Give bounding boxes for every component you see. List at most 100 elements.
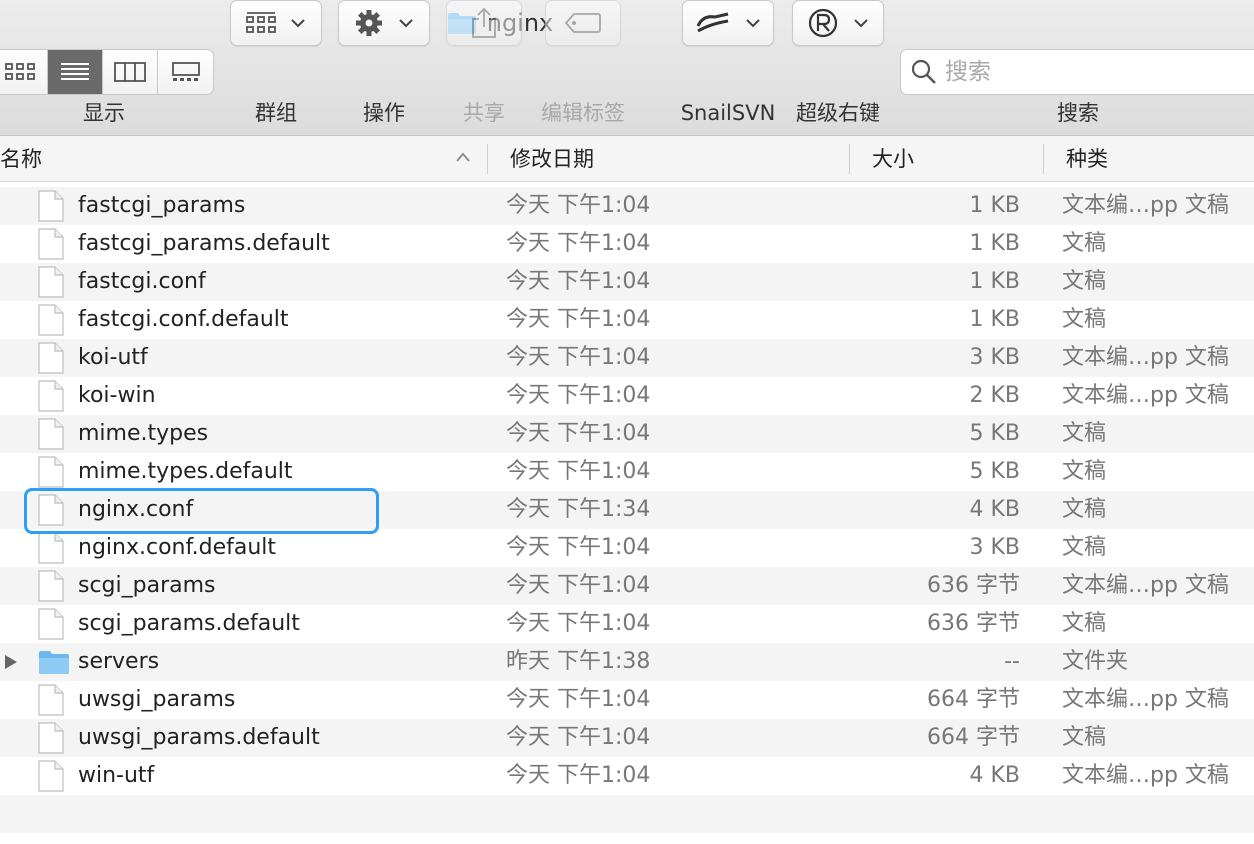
column-name-header[interactable]: 名称: [0, 136, 42, 182]
file-row[interactable]: uwsgi_params.default 今天 下午1:04 664 字节 文稿: [0, 719, 1254, 757]
file-row[interactable]: win-utf 今天 下午1:04 4 KB 文本编…pp 文稿: [0, 757, 1254, 795]
column-divider[interactable]: [1043, 144, 1044, 174]
disclosure-triangle-icon[interactable]: [4, 654, 18, 670]
document-icon: [38, 722, 64, 754]
file-icon-cell: [38, 228, 64, 260]
search-label: 搜索: [1057, 101, 1099, 125]
gallery-view-button[interactable]: [158, 50, 213, 94]
file-row[interactable]: mime.types 今天 下午1:04 5 KB 文稿: [0, 415, 1254, 453]
file-kind: 文稿: [1062, 269, 1107, 294]
file-size: 5 KB: [969, 459, 1020, 484]
file-row[interactable]: servers 昨天 下午1:38 -- 文件夹: [0, 643, 1254, 681]
file-date: 今天 下午1:04: [506, 611, 651, 636]
file-row[interactable]: koi-win 今天 下午1:04 2 KB 文本编…pp 文稿: [0, 377, 1254, 415]
file-date: 今天 下午1:04: [506, 687, 651, 712]
file-size: 4 KB: [969, 497, 1020, 522]
edit-tags-label: 编辑标签: [541, 101, 625, 125]
file-row[interactable]: fastcgi.conf.default 今天 下午1:04 1 KB 文稿: [0, 301, 1254, 339]
file-name[interactable]: mime.types: [78, 415, 208, 453]
file-name[interactable]: scgi_params: [78, 567, 216, 605]
snailsvn-label: SnailSVN: [680, 101, 776, 125]
column-kind-header[interactable]: 种类: [1066, 136, 1108, 182]
file-icon-cell: [38, 722, 64, 754]
icon-view-icon: [5, 63, 35, 80]
file-name[interactable]: uwsgi_params.default: [78, 719, 320, 757]
file-name[interactable]: win-utf: [78, 757, 154, 795]
icon-view-button[interactable]: [0, 50, 48, 94]
file-kind: 文稿: [1062, 611, 1107, 636]
file-row[interactable]: fastcgi_params 今天 下午1:04 1 KB 文本编…pp 文稿: [0, 187, 1254, 225]
super-right-click-label: 超级右键: [796, 101, 880, 125]
file-row[interactable]: uwsgi_params 今天 下午1:04 664 字节 文本编…pp 文稿: [0, 681, 1254, 719]
share-button[interactable]: [446, 0, 522, 46]
view-segmented-control[interactable]: [0, 49, 214, 95]
file-row[interactable]: mime.types.default 今天 下午1:04 5 KB 文稿: [0, 453, 1254, 491]
file-row[interactable]: nginx.conf 今天 下午1:34 4 KB 文稿: [0, 491, 1254, 529]
action-label: 操作: [363, 101, 405, 125]
file-kind: 文本编…pp 文稿: [1062, 345, 1229, 370]
list-view-icon: [61, 63, 89, 80]
file-row[interactable]: scgi_params.default 今天 下午1:04 636 字节 文稿: [0, 605, 1254, 643]
file-name[interactable]: nginx.conf.default: [78, 529, 276, 567]
search-field[interactable]: [900, 49, 1254, 95]
super-right-click-button[interactable]: [792, 0, 884, 46]
column-size-header[interactable]: 大小: [872, 136, 914, 182]
group-button[interactable]: [230, 0, 322, 46]
search-input[interactable]: [945, 59, 1245, 85]
file-name[interactable]: koi-win: [78, 377, 156, 415]
file-size: --: [1004, 649, 1020, 674]
file-icon-cell: [38, 684, 64, 716]
chevron-down-icon: [399, 19, 413, 28]
file-icon-cell: [38, 418, 64, 450]
file-name[interactable]: fastcgi.conf: [78, 263, 206, 301]
column-divider[interactable]: [487, 144, 488, 174]
group-icon: [246, 12, 276, 33]
column-divider[interactable]: [849, 144, 850, 174]
edit-tags-button[interactable]: [545, 0, 621, 46]
file-name[interactable]: nginx.conf: [78, 491, 193, 529]
sort-ascending-icon[interactable]: [455, 151, 471, 163]
file-row[interactable]: fastcgi.conf 今天 下午1:04 1 KB 文稿: [0, 263, 1254, 301]
file-kind: 文稿: [1062, 231, 1107, 256]
chevron-down-icon: [291, 19, 305, 28]
file-kind: 文稿: [1062, 421, 1107, 446]
file-name[interactable]: servers: [78, 643, 159, 681]
file-size: 3 KB: [969, 535, 1020, 560]
column-header: 名称 修改日期 大小 种类: [0, 136, 1254, 182]
snailsvn-button[interactable]: [682, 0, 774, 46]
file-name[interactable]: uwsgi_params: [78, 681, 235, 719]
file-name[interactable]: fastcgi_params.default: [78, 225, 330, 263]
file-kind: 文稿: [1062, 459, 1107, 484]
document-icon: [38, 228, 64, 260]
list-view-button[interactable]: [48, 50, 103, 94]
file-date: 今天 下午1:04: [506, 459, 651, 484]
document-icon: [38, 190, 64, 222]
file-date: 今天 下午1:04: [506, 269, 651, 294]
document-icon: [38, 684, 64, 716]
folder-icon-cell: [38, 649, 70, 681]
file-size: 664 字节: [927, 725, 1020, 750]
file-name[interactable]: scgi_params.default: [78, 605, 300, 643]
file-name[interactable]: mime.types.default: [78, 453, 293, 491]
column-date-header[interactable]: 修改日期: [510, 136, 594, 182]
file-date: 今天 下午1:04: [506, 535, 651, 560]
file-row[interactable]: scgi_params 今天 下午1:04 636 字节 文本编…pp 文稿: [0, 567, 1254, 605]
file-row[interactable]: koi-utf 今天 下午1:04 3 KB 文本编…pp 文稿: [0, 339, 1254, 377]
file-date: 今天 下午1:04: [506, 345, 651, 370]
file-row[interactable]: nginx.conf.default 今天 下午1:04 3 KB 文稿: [0, 529, 1254, 567]
file-row[interactable]: fastcgi_params.default 今天 下午1:04 1 KB 文稿: [0, 225, 1254, 263]
file-name[interactable]: koi-utf: [78, 339, 148, 377]
document-icon: [38, 532, 64, 564]
document-icon: [38, 342, 64, 374]
file-date: 今天 下午1:04: [506, 725, 651, 750]
action-button[interactable]: [338, 0, 430, 46]
file-kind: 文本编…pp 文稿: [1062, 383, 1229, 408]
file-icon-cell: [38, 570, 64, 602]
gear-icon: [356, 10, 382, 36]
registered-icon: [808, 8, 838, 38]
column-view-button[interactable]: [103, 50, 158, 94]
file-kind: 文稿: [1062, 307, 1107, 332]
file-name[interactable]: fastcgi_params: [78, 187, 245, 225]
file-icon-cell: [38, 760, 64, 792]
file-name[interactable]: fastcgi.conf.default: [78, 301, 289, 339]
